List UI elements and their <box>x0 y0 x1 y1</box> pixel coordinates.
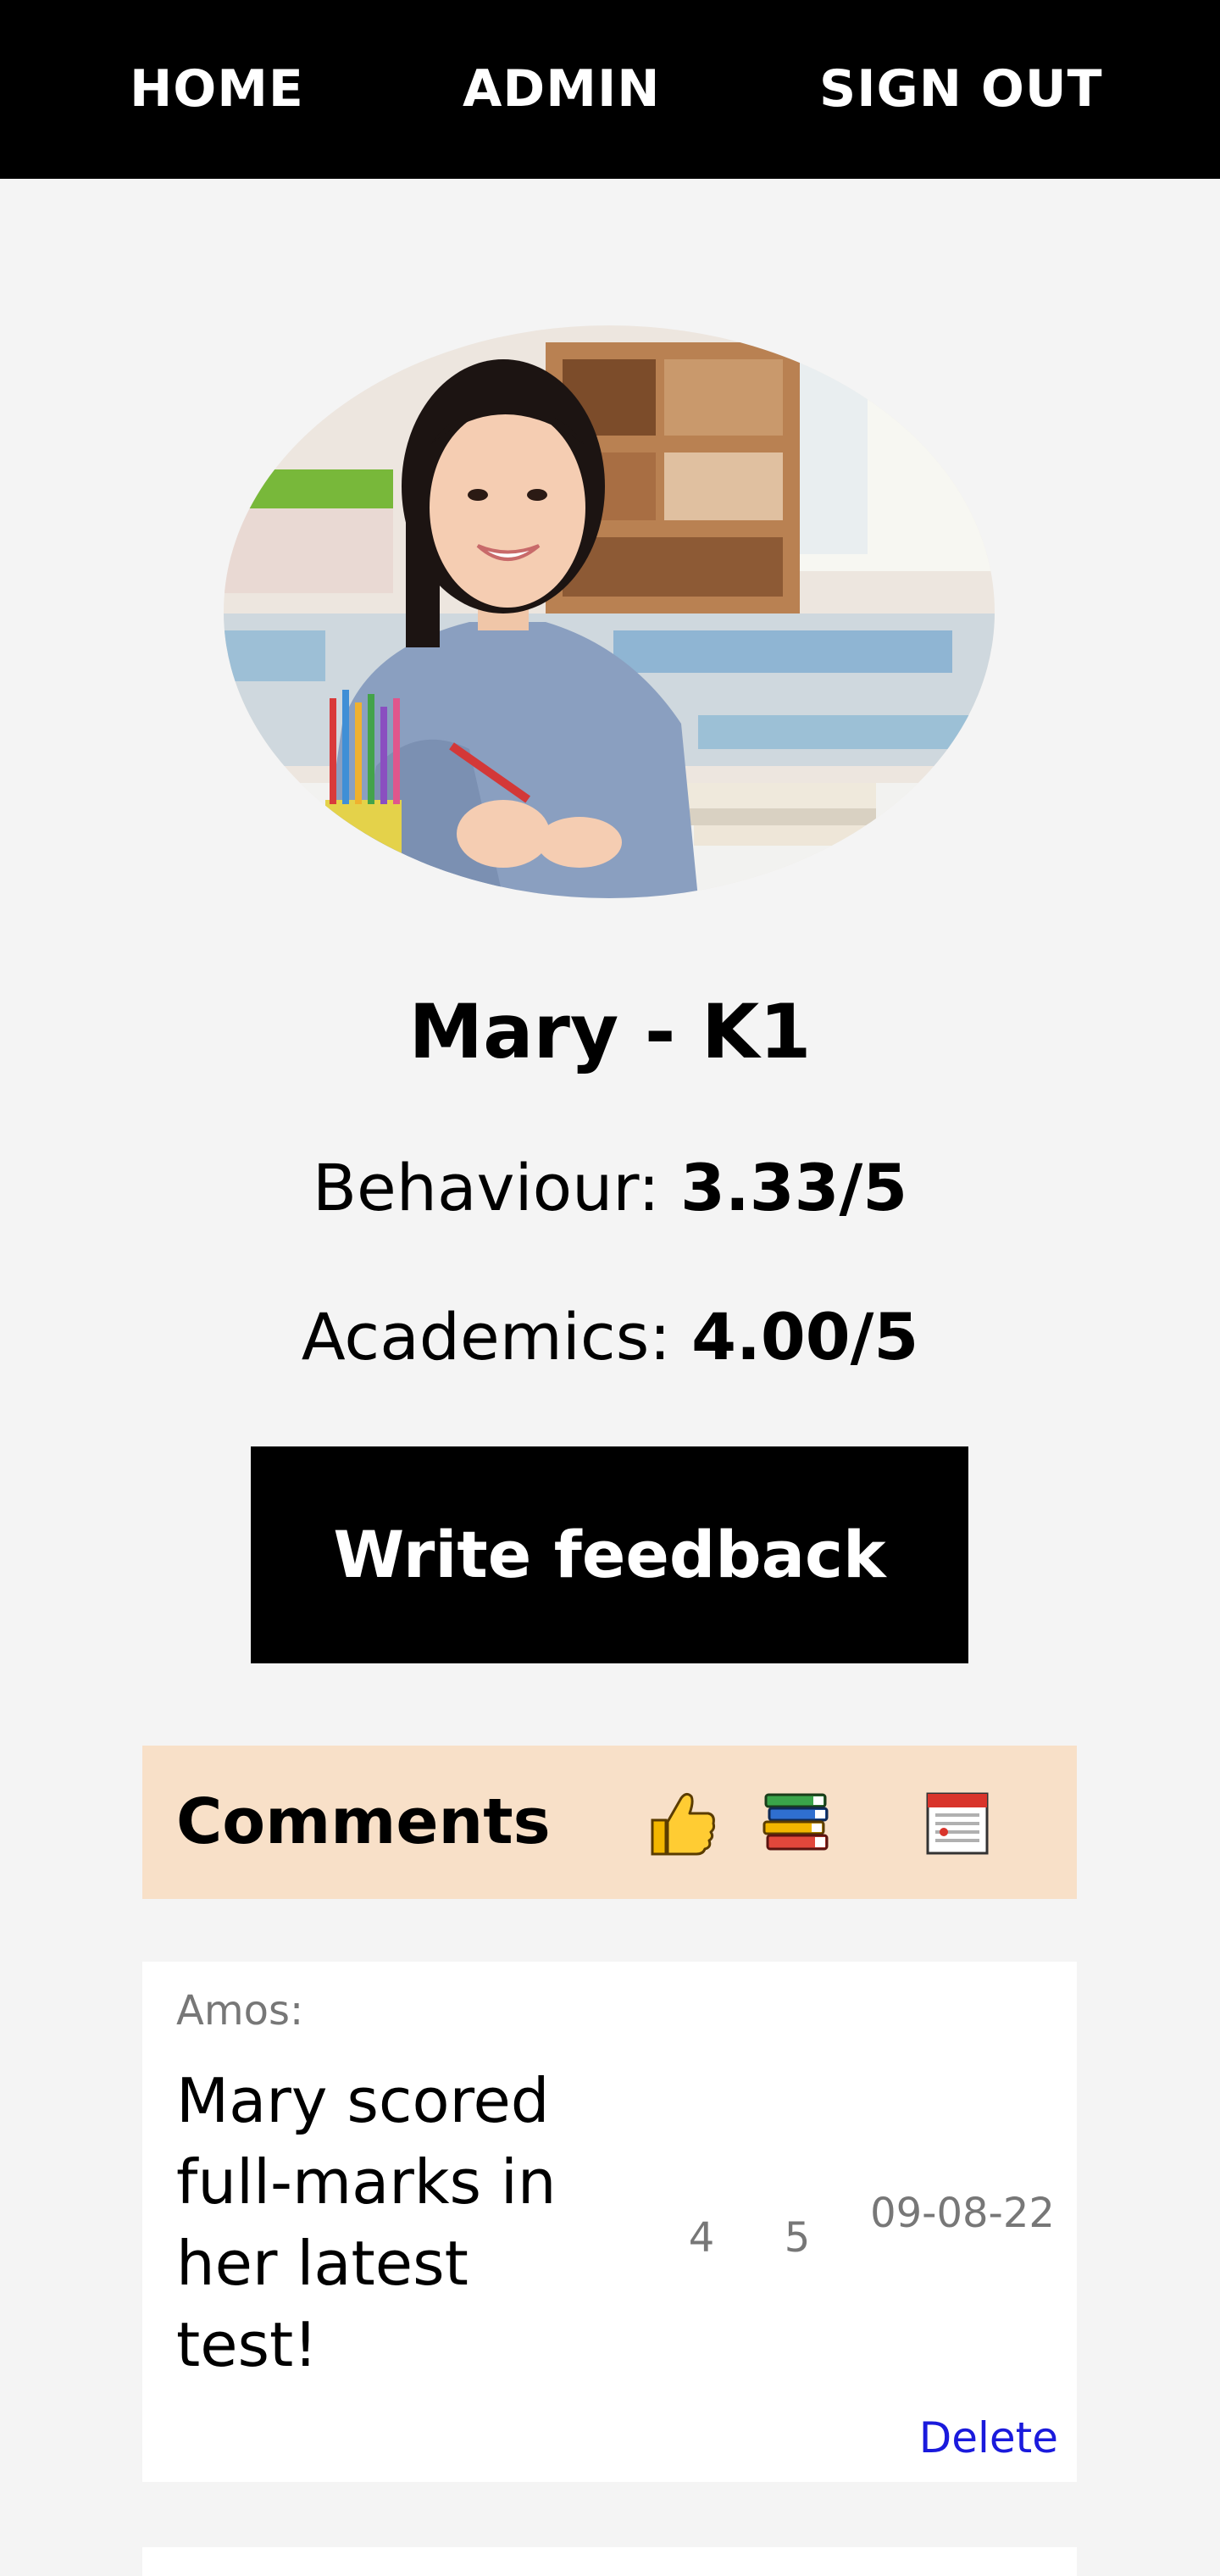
write-feedback-button[interactable]: Write feedback <box>251 1446 968 1663</box>
behaviour-score: 3.33/5 <box>679 1150 908 1225</box>
comment-author: Amos: <box>176 1987 304 2035</box>
nav-home-link[interactable]: HOME <box>130 0 304 179</box>
comment-text: Mary scored full-marks in her latest tes… <box>176 2065 557 2380</box>
comment-academics-rating: 5 <box>784 2214 811 2262</box>
comments-header: Comments <box>142 1746 1077 1899</box>
comments-title: Comments <box>176 1785 551 1858</box>
top-nav: HOME ADMIN SIGN OUT <box>0 0 1220 179</box>
behaviour-label: Behaviour: <box>312 1150 660 1225</box>
comment-behaviour-rating: 4 <box>688 2214 715 2262</box>
books-icon[interactable] <box>761 1788 832 1859</box>
academics-score-line: Academics: 4.00/5 <box>0 1295 1220 1380</box>
calendar-icon[interactable] <box>925 1791 990 1856</box>
delete-comment-link[interactable]: Delete <box>919 2412 1058 2463</box>
comment-card: Amos: Mary scored full-marks in her late… <box>142 1962 1077 2482</box>
nav-admin-link[interactable]: ADMIN <box>463 0 661 179</box>
student-name: Mary - K1 <box>408 988 812 1075</box>
academics-score: 4.00/5 <box>691 1299 919 1374</box>
nav-sign-out-link[interactable]: SIGN OUT <box>819 0 1103 179</box>
student-photo <box>224 325 995 898</box>
thumbs-up-icon[interactable] <box>647 1788 718 1859</box>
behaviour-score-line: Behaviour: 3.33/5 <box>0 1146 1220 1230</box>
comment-date: 09-08-22 <box>870 2190 1055 2237</box>
academics-label: Academics: <box>301 1299 671 1374</box>
comment-card <box>142 2547 1077 2576</box>
